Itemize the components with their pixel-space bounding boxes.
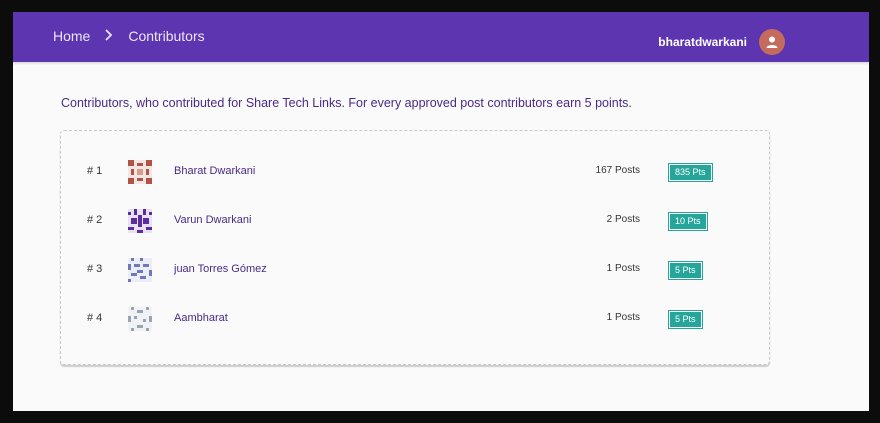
chevron-right-icon [104,28,114,44]
breadcrumb-home-link[interactable]: Home [53,28,90,44]
contributor-name-link[interactable]: juan Torres Gómez [174,263,267,275]
app-window: Home Contributors bharatdwarkani Contrib… [13,12,869,411]
posts-count: 2 Posts [606,214,640,225]
contributor-avatar [128,209,152,233]
contributor-name-link[interactable]: Varun Dwarkani [174,214,251,226]
points-badge: 835 Pts [669,164,712,181]
header-shadow [13,62,869,65]
contributor-avatar [128,307,152,331]
posts-count: 167 Posts [595,165,640,176]
rank-label: # 4 [87,312,103,324]
posts-count: 1 Posts [606,312,640,323]
rank-label: # 2 [87,214,103,226]
points-badge: 10 Pts [669,213,707,230]
username-label: bharatdwarkani [658,35,747,49]
intro-text: Contributors, who contributed for Share … [61,96,632,110]
breadcrumb-current: Contributors [128,28,205,44]
contributor-name-link[interactable]: Bharat Dwarkani [174,165,255,177]
rank-label: # 1 [87,165,103,177]
person-icon [766,36,778,48]
list-item: # 3 juan Torres Gómez 1 Posts 5 Pts [61,255,769,285]
breadcrumb: Home Contributors [53,28,205,44]
user-menu[interactable]: bharatdwarkani [658,29,785,55]
list-item: # 2 Varun Dwarkani 2 Posts 10 Pts [61,206,769,236]
list-item: # 4 Aambharat 1 Posts 5 Pts [61,304,769,334]
points-badge: 5 Pts [669,262,702,279]
posts-count: 1 Posts [606,263,640,274]
contributor-avatar [128,160,152,184]
list-item: # 1 Bharat Dwarkani 167 Posts 835 Pts [61,157,769,187]
contributor-name-link[interactable]: Aambharat [174,312,228,324]
rank-label: # 3 [87,263,103,275]
contributors-card: # 1 Bharat Dwarkani 167 Posts 835 Pts # … [60,130,770,365]
points-badge: 5 Pts [669,311,702,328]
contributor-avatar [128,258,152,282]
avatar[interactable] [759,29,785,55]
top-app-bar: Home Contributors bharatdwarkani [13,12,869,62]
